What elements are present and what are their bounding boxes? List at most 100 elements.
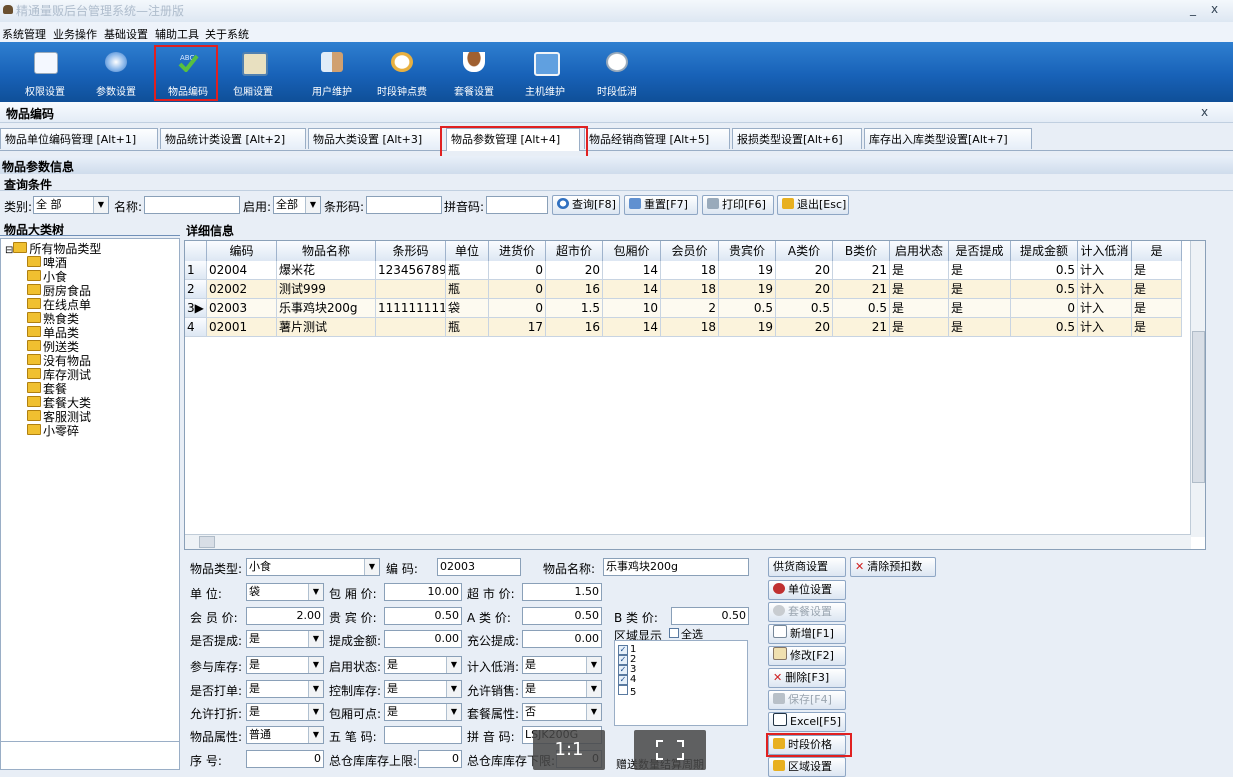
grid-cell[interactable]: 1111111111 <box>376 299 446 318</box>
column-header[interactable]: 超市价 <box>546 241 603 261</box>
section-close-icon[interactable]: x <box>1201 105 1208 119</box>
grid-cell[interactable]: 18 <box>661 261 719 280</box>
row-header[interactable]: 4 <box>185 318 207 337</box>
scroll-thumb[interactable] <box>199 536 215 548</box>
grid-cell[interactable]: 19 <box>719 318 776 337</box>
grid-cell[interactable]: 0.5 <box>1011 261 1078 280</box>
grid-cell[interactable]: 是 <box>1132 318 1182 337</box>
grid-cell[interactable]: 袋 <box>446 299 489 318</box>
item-name-input[interactable]: 乐事鸡块200g <box>603 558 749 576</box>
grid-cell[interactable]: 乐事鸡块200g <box>277 299 376 318</box>
horizontal-scrollbar[interactable] <box>185 534 1191 549</box>
toolbar-hourly-fee-button[interactable]: 时段钟点费 <box>369 42 435 100</box>
room-price-input[interactable]: 10.00 <box>384 583 462 601</box>
grid-cell[interactable]: 爆米花 <box>277 261 376 280</box>
grid-cell[interactable]: 0.5 <box>1011 318 1078 337</box>
region-checkbox[interactable]: 5 <box>618 685 636 698</box>
grid-cell[interactable]: 是 <box>890 261 949 280</box>
category-select[interactable]: 全 部 ▼ <box>33 196 109 214</box>
grid-cell[interactable]: 21 <box>833 261 890 280</box>
market-price-input[interactable]: 1.50 <box>522 583 602 601</box>
delete-button[interactable]: ✕ 删除[F3] <box>768 668 846 688</box>
grid-cell[interactable]: 19 <box>719 280 776 299</box>
column-header[interactable]: 是 <box>1132 241 1182 261</box>
row-header[interactable]: 2 <box>185 280 207 299</box>
grid-cell[interactable]: 是 <box>1132 299 1182 318</box>
grid-cell[interactable]: 是 <box>949 299 1011 318</box>
save-button[interactable]: 保存[F4] <box>768 690 846 710</box>
grid-cell[interactable]: 测试999 <box>277 280 376 299</box>
pinyin-input[interactable] <box>486 196 548 214</box>
toolbar-user-button[interactable]: 用户维护 <box>299 42 365 100</box>
grid-cell[interactable]: 18 <box>661 318 719 337</box>
grid-cell[interactable] <box>376 280 446 299</box>
grid-cell[interactable]: 瓶 <box>446 318 489 337</box>
a-price-input[interactable]: 0.50 <box>522 607 602 625</box>
row-header[interactable]: 1 <box>185 261 207 280</box>
tree-node[interactable]: 库存测试 <box>27 368 91 382</box>
column-header[interactable]: 包厢价 <box>603 241 661 261</box>
tab-stat-class[interactable]: 物品统计类设置 [Alt+2] <box>160 128 306 149</box>
tree-node[interactable]: 套餐大类 <box>27 396 91 410</box>
tree-node[interactable]: 套餐 <box>27 382 67 396</box>
print-button[interactable]: 打印[F6] <box>702 195 774 215</box>
enabled-select[interactable]: 全部 ▼ <box>273 196 321 214</box>
tree-node[interactable]: 没有物品 <box>27 354 91 368</box>
unit-setting-button[interactable]: 单位设置 <box>768 580 846 600</box>
stock-select[interactable]: 是 ▼ <box>246 656 324 674</box>
column-header[interactable]: A类价 <box>776 241 833 261</box>
toolbar-package-button[interactable]: 套餐设置 <box>441 42 507 100</box>
add-button[interactable]: 新增[F1] <box>768 624 846 644</box>
warehouse-max-input[interactable]: 0 <box>418 750 462 768</box>
row-header[interactable]: 3▶ <box>185 299 207 318</box>
grid-cell[interactable]: 14 <box>603 318 661 337</box>
package-setting-button[interactable]: 套餐设置 <box>768 602 846 622</box>
query-button[interactable]: 查询[F8] <box>552 195 620 215</box>
menu-about[interactable]: 关于系统 <box>205 26 249 42</box>
tab-category[interactable]: 物品大类设置 [Alt+3] <box>308 128 442 149</box>
tree-node[interactable]: 在线点单 <box>27 298 91 312</box>
region-setting-button[interactable]: 区域设置 <box>768 757 846 777</box>
grid-cell[interactable]: 21 <box>833 318 890 337</box>
tree-node[interactable]: 小零碎 <box>27 424 79 438</box>
column-header[interactable]: B类价 <box>833 241 890 261</box>
zoom-ratio-button[interactable]: 1:1 <box>533 730 605 770</box>
grid-cell[interactable]: 02004 <box>207 261 277 280</box>
name-input[interactable] <box>144 196 240 214</box>
grid-cell[interactable]: 20 <box>776 261 833 280</box>
grid-cell[interactable]: 14 <box>603 261 661 280</box>
grid-cell[interactable]: 瓶 <box>446 261 489 280</box>
grid-cell[interactable]: 是 <box>1132 280 1182 299</box>
unit-select[interactable]: 袋 ▼ <box>246 583 324 601</box>
grid-cell[interactable]: 是 <box>890 280 949 299</box>
seq-input[interactable]: 0 <box>246 750 324 768</box>
grid-cell[interactable]: 0.5 <box>1011 280 1078 299</box>
grid-cell[interactable]: 计入 <box>1078 318 1132 337</box>
grid-cell[interactable]: 是 <box>890 318 949 337</box>
grid-cell[interactable]: 是 <box>949 261 1011 280</box>
grid-cell[interactable]: 20 <box>776 280 833 299</box>
grid-cell[interactable]: 18 <box>661 280 719 299</box>
column-header[interactable]: 进货价 <box>489 241 546 261</box>
print-order-select[interactable]: 是 ▼ <box>246 680 324 698</box>
commission-select[interactable]: 是 ▼ <box>246 630 324 648</box>
tree-node[interactable]: 啤酒 <box>27 256 67 270</box>
vertical-scrollbar[interactable] <box>1190 241 1205 537</box>
tab-loss-type[interactable]: 报损类型设置[Alt+6] <box>732 128 862 149</box>
tree-node[interactable]: 例送类 <box>27 340 79 354</box>
tab-stock-io-type[interactable]: 库存出入库类型设置[Alt+7] <box>864 128 1032 149</box>
item-type-select[interactable]: 小食 ▼ <box>246 558 380 576</box>
grid-cell[interactable]: 21 <box>833 280 890 299</box>
grid-cell[interactable]: 计入 <box>1078 261 1132 280</box>
column-header[interactable]: 编码 <box>207 241 277 261</box>
column-header[interactable]: 单位 <box>446 241 489 261</box>
grid-cell[interactable]: 20 <box>776 318 833 337</box>
grid-cell[interactable]: 是 <box>949 318 1011 337</box>
grid-cell[interactable] <box>376 318 446 337</box>
grid-cell[interactable]: 0 <box>489 280 546 299</box>
grid-cell[interactable]: 20 <box>546 261 603 280</box>
fit-screen-button[interactable] <box>634 730 706 770</box>
code-input[interactable]: 02003 <box>437 558 521 576</box>
excel-button[interactable]: Excel[F5] <box>768 712 846 732</box>
minimize-button[interactable]: _ <box>1190 2 1196 16</box>
